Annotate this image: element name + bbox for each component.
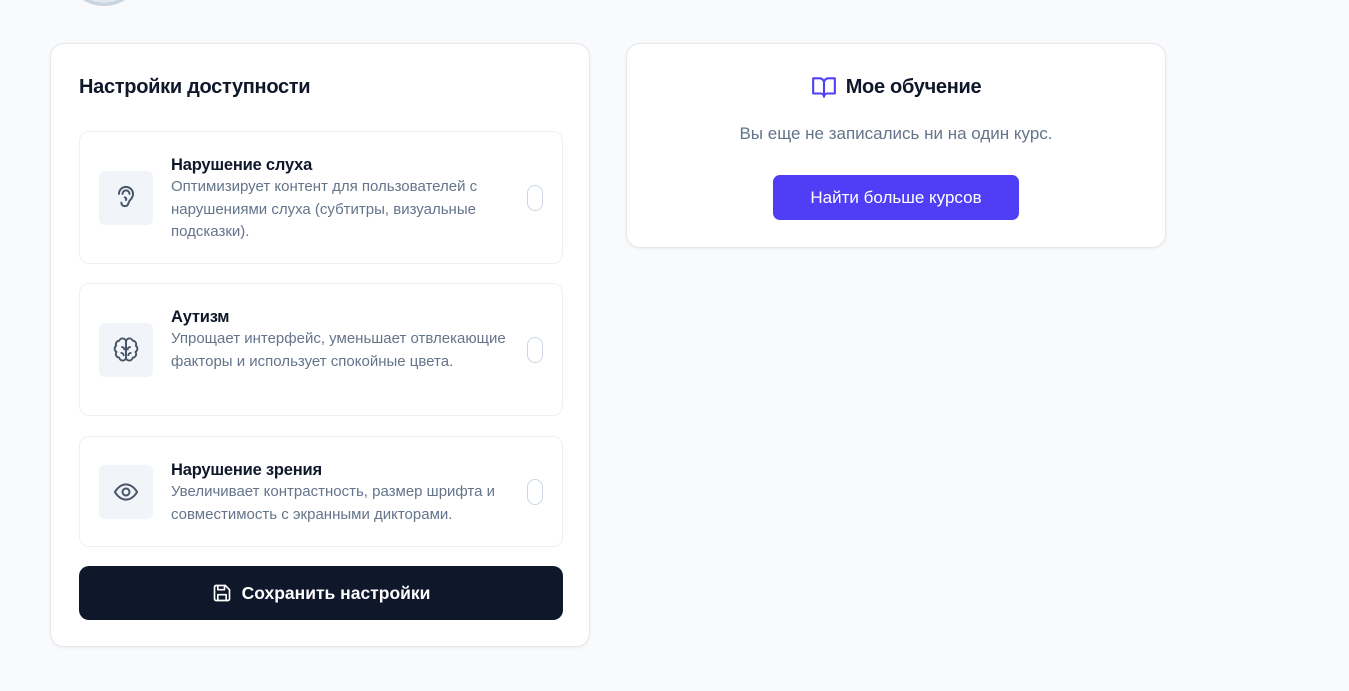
eye-icon [99,465,153,519]
find-more-courses-button[interactable]: Найти больше курсов [773,175,1019,220]
option-title: Аутизм [171,308,230,326]
option-title: Нарушение зрения [171,461,322,479]
avatar[interactable] [64,0,144,6]
page: Настройки доступности Нарушение слуха Оп… [0,0,1349,691]
save-settings-button[interactable]: Сохранить настройки [79,566,563,620]
option-description: Упрощает интерфейс, уменьшает отвлекающи… [171,330,506,370]
option-text: Аутизм Упрощает интерфейс, уменьшает отв… [171,306,526,373]
option-autism: Аутизм Упрощает интерфейс, уменьшает отв… [79,283,563,416]
option-description: Оптимизирует контент для пользователей с… [171,178,478,240]
option-title: Нарушение слуха [171,156,313,174]
brain-icon [99,323,153,377]
my-learning-card: Мое обучение Вы еще не записались ни на … [626,43,1166,248]
book-open-icon [811,74,837,100]
empty-courses-text: Вы еще не записались ни на один курс. [739,124,1053,143]
option-text: Нарушение слуха Оптимизирует контент для… [171,154,526,244]
my-learning-title: Мое обучение [845,75,982,98]
accessibility-settings-card: Настройки доступности Нарушение слуха Оп… [50,43,590,647]
my-learning-header: Мое обучение [627,74,1165,100]
save-settings-label: Сохранить настройки [241,582,431,603]
vision-toggle[interactable] [527,479,543,505]
hearing-toggle[interactable] [527,185,543,211]
ear-icon [99,171,153,225]
save-icon [212,583,232,603]
option-hearing-impairment: Нарушение слуха Оптимизирует контент для… [79,131,563,264]
autism-toggle[interactable] [527,337,543,363]
option-description: Увеличивает контрастность, размер шрифта… [171,483,496,523]
option-text: Нарушение зрения Увеличивает контрастнос… [171,459,526,526]
accessibility-settings-title: Настройки доступности [79,76,311,98]
option-visual-impairment: Нарушение зрения Увеличивает контрастнос… [79,436,563,547]
